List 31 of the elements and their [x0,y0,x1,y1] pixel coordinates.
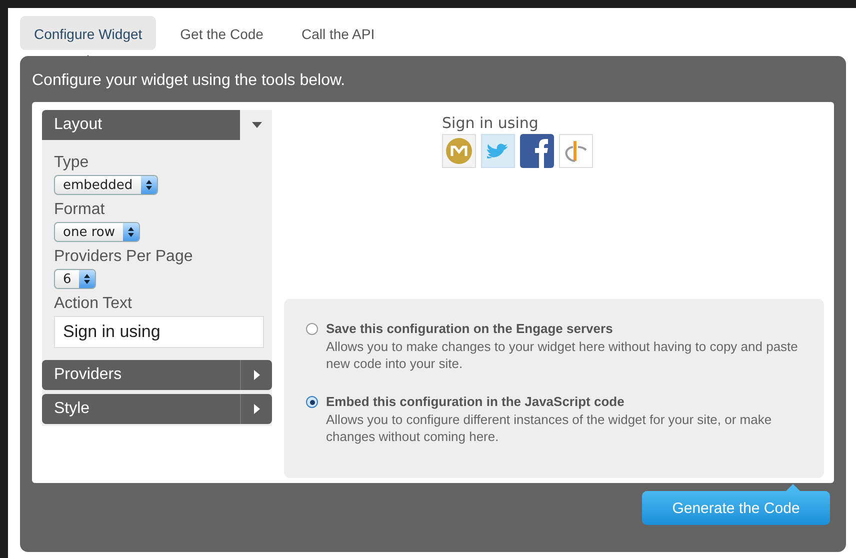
section-header[interactable]: Style [42,394,272,424]
dropdown[interactable]: embedded [54,175,158,195]
option-title: Save this configuration on the Engage servers [326,321,614,336]
tab[interactable]: Configure Widget [20,16,156,50]
tab[interactable]: Call the API [287,16,389,50]
stepper-icon [79,270,96,288]
letter-f-icon[interactable] [520,134,554,168]
option-description: Allows you to make changes to your widget here without having to copy and paste new code into your site. [326,338,799,372]
bird-icon[interactable] [481,134,515,168]
caret-right-icon [254,404,260,414]
caret-down-icon [252,122,262,128]
dropdown[interactable]: 6 [54,269,96,289]
panel-heading: Configure your widget using the tools below. [32,71,346,91]
tab[interactable]: Get the Code [166,16,278,50]
field-label: Format [54,201,106,219]
caret-right-icon [254,370,260,380]
stepper-icon [122,223,139,241]
input-field[interactable]: Sign in using [54,316,264,348]
provider-icon[interactable] [442,134,476,168]
pointer-icon [786,484,800,491]
stepper-icon [140,176,157,194]
field-label: Action Text [54,295,133,313]
section-header[interactable]: Providers [42,360,272,390]
radio-button[interactable] [306,323,318,335]
field-label: Type [54,154,90,172]
action-text: Sign in using [442,114,538,132]
radio-button[interactable] [306,396,318,408]
option-title: Embed this configuration in the JavaScript code [326,394,626,409]
option-description: Allows you to configure different instances of the widget for your site, or make changes without coming here. [326,411,773,445]
dropdown[interactable]: one row [54,222,140,242]
field-label: Providers Per Page [54,248,194,266]
